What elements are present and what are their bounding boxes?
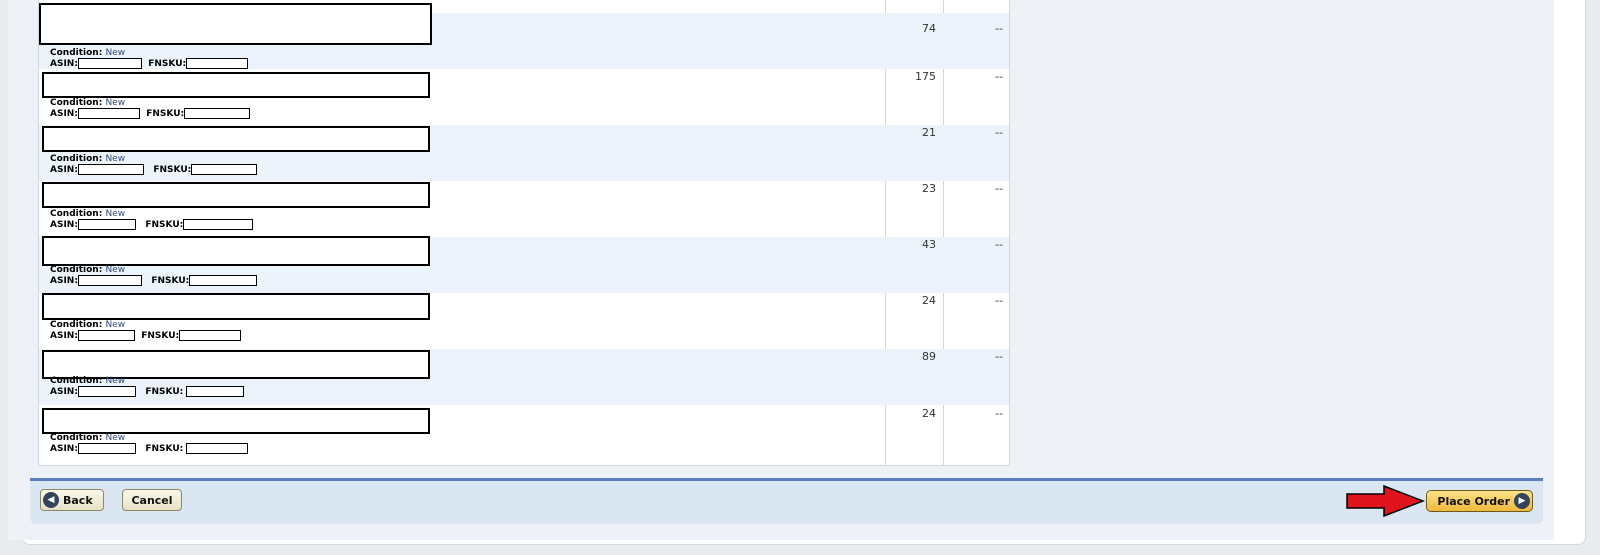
table-row: Condition: New ASIN: FNSKU: 175 --	[39, 69, 1009, 125]
extra-value: --	[995, 238, 1003, 251]
asin-fnsku: ASIN: FNSKU:	[50, 330, 242, 341]
condition-text: Condition: New	[50, 154, 126, 164]
condition-text: Condition: New	[50, 48, 126, 58]
product-title-redacted	[42, 126, 430, 152]
shipment-items-table: Condition: New ASIN: FNSKU: 74 -- Condit…	[38, 0, 1010, 466]
product-title-redacted	[42, 408, 430, 434]
action-bar	[30, 478, 1543, 524]
product-title-redacted	[39, 3, 432, 45]
condition-text: Condition: New	[50, 209, 126, 219]
quantity-value: 24	[922, 294, 936, 307]
place-order-button[interactable]: Place Order ▶	[1426, 490, 1533, 512]
back-label: Back	[63, 493, 93, 507]
asin-fnsku: ASIN: FNSKU:	[50, 219, 254, 230]
condition-text: Condition: New	[50, 320, 126, 330]
table-row: Condition: New ASIN: FNSKU: 24 --	[39, 405, 1009, 461]
condition-text: Condition: New	[50, 98, 126, 108]
asin-fnsku: ASIN: FNSKU:	[50, 275, 258, 286]
chevron-right-icon: ▶	[1514, 493, 1530, 509]
extra-value: --	[995, 22, 1003, 35]
extra-value: --	[995, 126, 1003, 139]
table-row: Condition: New ASIN: FNSKU: 21 --	[39, 125, 1009, 181]
table-row: Condition: New ASIN: FNSKU: 89 --	[39, 349, 1009, 405]
cancel-button[interactable]: Cancel	[122, 489, 182, 511]
table-row: Condition: New ASIN: FNSKU: 24 --	[39, 293, 1009, 349]
table-row: Condition: New ASIN: FNSKU: 43 --	[39, 236, 1009, 293]
product-title-redacted	[42, 72, 430, 98]
table-row: Condition: New ASIN: FNSKU: 23 --	[39, 181, 1009, 237]
asin-fnsku: ASIN: FNSKU:	[50, 58, 249, 69]
asin-fnsku: ASIN: FNSKU:	[50, 108, 251, 119]
product-title-redacted	[42, 293, 430, 320]
place-order-label: Place Order	[1437, 494, 1510, 508]
back-button[interactable]: ◀ Back	[40, 489, 104, 511]
quantity-value: 89	[922, 350, 936, 363]
quantity-value: 24	[922, 407, 936, 420]
asin-fnsku: ASIN: FNSKU:	[50, 443, 249, 454]
extra-value: --	[995, 350, 1003, 363]
quantity-value: 21	[922, 126, 936, 139]
product-title-redacted	[42, 182, 430, 208]
extra-value: --	[995, 407, 1003, 420]
condition-text: Condition: New	[50, 433, 126, 443]
condition-text: Condition: New	[50, 265, 126, 275]
cancel-label: Cancel	[131, 493, 173, 507]
product-title-redacted	[42, 236, 430, 266]
quantity-value: 43	[922, 238, 936, 251]
extra-value: --	[995, 70, 1003, 83]
quantity-value: 175	[915, 70, 936, 83]
condition-text: Condition: New	[50, 376, 126, 386]
table-row: Condition: New ASIN: FNSKU: 74 --	[39, 3, 1009, 69]
quantity-value: 23	[922, 182, 936, 195]
product-title-redacted	[42, 350, 430, 379]
chevron-left-icon: ◀	[43, 492, 59, 508]
asin-fnsku: ASIN: FNSKU:	[50, 164, 258, 175]
red-arrow-icon	[1346, 485, 1425, 517]
asin-fnsku: ASIN: FNSKU:	[50, 386, 245, 397]
quantity-value: 74	[922, 22, 936, 35]
extra-value: --	[995, 294, 1003, 307]
extra-value: --	[995, 182, 1003, 195]
